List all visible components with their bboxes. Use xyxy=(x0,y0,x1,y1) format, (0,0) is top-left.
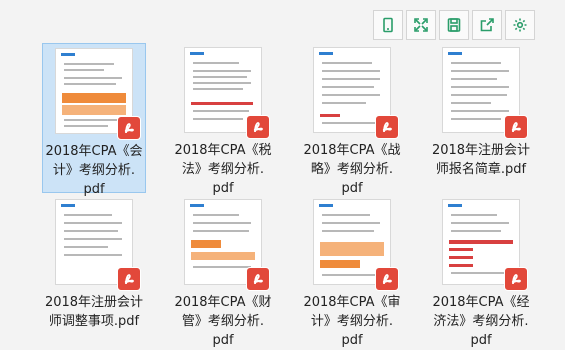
fullscreen-button[interactable] xyxy=(406,10,436,40)
file-item[interactable]: 2018年CPA《财 管》考纲分析. pdf xyxy=(171,195,275,348)
file-item[interactable]: 2018年注册会计 师调整事项.pdf xyxy=(42,195,146,345)
save-icon xyxy=(447,18,461,32)
pdf-file-icon xyxy=(117,116,141,140)
pdf-file-icon xyxy=(375,267,399,291)
fullscreen-icon xyxy=(414,18,428,32)
pdf-file-icon xyxy=(504,115,528,139)
pdf-file-icon xyxy=(246,267,270,291)
file-name: 2018年CPA《会 计》考纲分析. pdf xyxy=(45,144,143,197)
share-button[interactable] xyxy=(472,10,502,40)
file-name: 2018年CPA《审 计》考纲分析. pdf xyxy=(303,295,401,348)
pdf-file-icon xyxy=(504,267,528,291)
file-item[interactable]: 2018年CPA《经 济法》考纲分析. pdf xyxy=(429,195,533,348)
toolbar xyxy=(373,10,538,40)
pdf-file-icon xyxy=(375,115,399,139)
file-item[interactable]: 2018年CPA《战 略》考纲分析. pdf xyxy=(300,43,404,196)
file-item[interactable]: 2018年CPA《审 计》考纲分析. pdf xyxy=(300,195,404,348)
file-name: 2018年注册会计 师报名简章.pdf xyxy=(431,143,531,177)
file-name: 2018年CPA《税 法》考纲分析. pdf xyxy=(174,143,272,196)
file-item[interactable]: 2018年CPA《会 计》考纲分析. pdf xyxy=(42,43,146,197)
share-icon xyxy=(480,18,494,32)
pdf-file-icon xyxy=(117,267,141,291)
file-item[interactable]: 2018年CPA《税 法》考纲分析. pdf xyxy=(171,43,275,196)
pdf-file-icon xyxy=(246,115,270,139)
file-name: 2018年CPA《战 略》考纲分析. pdf xyxy=(303,143,401,196)
file-name: 2018年CPA《经 济法》考纲分析. pdf xyxy=(432,295,530,348)
file-name: 2018年注册会计 师调整事项.pdf xyxy=(44,295,144,329)
save-button[interactable] xyxy=(439,10,469,40)
settings-button[interactable] xyxy=(505,10,535,40)
file-name: 2018年CPA《财 管》考纲分析. pdf xyxy=(174,295,272,348)
file-item[interactable]: 2018年注册会计 师报名简章.pdf xyxy=(429,43,533,193)
settings-gear-icon xyxy=(513,18,527,32)
tablet-view-icon xyxy=(383,17,393,33)
tablet-view-button[interactable] xyxy=(373,10,403,40)
